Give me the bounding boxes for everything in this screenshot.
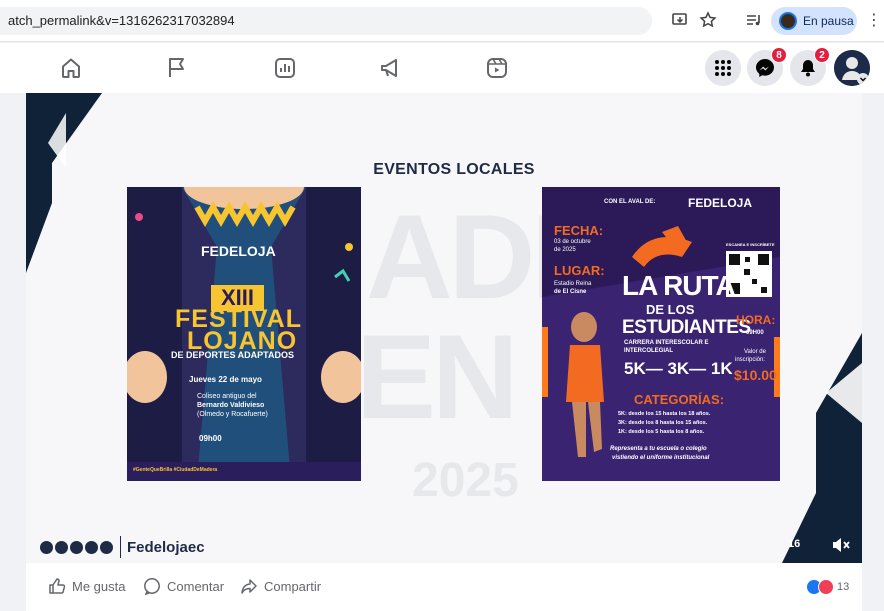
race-fecha-value-2: de 2025 bbox=[554, 247, 576, 253]
race-categorias-label: CATEGORÍAS: bbox=[634, 392, 725, 407]
race-lugar-label: LUGAR: bbox=[554, 263, 605, 278]
race-valor-value: $10.00 bbox=[734, 367, 777, 383]
slide-title: EVENTOS LOCALES bbox=[373, 161, 535, 178]
race-hora-label: HORA: bbox=[736, 313, 776, 327]
whatsapp-icon bbox=[70, 540, 83, 554]
festival-date: Jueves 22 de mayo bbox=[189, 375, 262, 384]
install-app-icon[interactable] bbox=[670, 11, 690, 31]
notifications-badge: 2 bbox=[814, 47, 830, 63]
festival-time: 09h00 bbox=[199, 434, 222, 443]
race-distances: 5K— 3K— 1K bbox=[624, 359, 733, 378]
media-avatar bbox=[779, 12, 797, 30]
race-aval: CON EL AVAL DE: bbox=[604, 199, 656, 205]
facebook-icon bbox=[40, 540, 53, 554]
brand-name: Fedelojaec bbox=[127, 538, 205, 556]
home-icon[interactable] bbox=[58, 55, 84, 81]
browser-toolbar: atch_permalink&v=1316262317032894 En pau… bbox=[0, 0, 884, 42]
race-title-1: LA RUTA bbox=[622, 270, 736, 301]
ads-megaphone-icon[interactable] bbox=[378, 55, 404, 81]
notifications-button[interactable]: 2 bbox=[790, 47, 830, 86]
video-time-remaining: 16 bbox=[788, 538, 801, 550]
share-button[interactable]: Compartir bbox=[240, 577, 321, 595]
profile-avatar bbox=[834, 50, 870, 86]
profile-avatar-button[interactable] bbox=[834, 50, 870, 86]
festival-org: FEDELOJA bbox=[201, 243, 276, 259]
insights-chart-icon[interactable] bbox=[272, 55, 298, 81]
post-action-bar: Me gusta Comentar Compartir 13 bbox=[26, 563, 862, 611]
race-lugar-value-2: de El Cisne bbox=[554, 289, 587, 295]
race-title-2: DE LOS bbox=[646, 302, 695, 317]
share-label: Compartir bbox=[264, 578, 322, 594]
race-org: FEDELOJA bbox=[688, 196, 753, 210]
comment-bubble-icon bbox=[144, 578, 160, 595]
race-scan-label: ESCANEA E INSCRÍBETE bbox=[726, 242, 775, 247]
festival-venue-3: (Olmedo y Rocafuerte) bbox=[197, 411, 268, 418]
media-status-text: En pausa bbox=[803, 14, 854, 28]
menu-grid-button[interactable] bbox=[705, 50, 741, 86]
media-controls-icon[interactable] bbox=[744, 11, 764, 31]
festival-poster: FEDELOJA XIII FESTIVAL LOJANO DE DEPORTE… bbox=[127, 187, 361, 481]
address-bar[interactable]: atch_permalink&v=1316262317032894 bbox=[0, 7, 652, 35]
brand-footer: Fedelojaec bbox=[40, 536, 205, 558]
messenger-button[interactable]: 8 bbox=[747, 47, 787, 86]
brand-divider bbox=[120, 536, 121, 558]
love-reaction-icon bbox=[818, 579, 834, 595]
race-carrera-2: INTERCOLEGIAL bbox=[624, 348, 673, 354]
race-cat-5k: 5K: desde los 15 hasta los 18 años. bbox=[618, 411, 711, 417]
race-cat-1k: 1K: desde los 5 hasta los 8 años. bbox=[618, 429, 705, 435]
watermark-year: 2025 bbox=[412, 454, 519, 507]
festival-subtitle: DE DEPORTES ADAPTADOS bbox=[171, 350, 295, 360]
bookmark-star-icon[interactable] bbox=[698, 11, 718, 31]
race-represent-2: vistiendo el uniforme institucional bbox=[612, 455, 710, 461]
youtube-icon bbox=[85, 540, 98, 554]
festival-venue-2: Bernardo Valdivieso bbox=[197, 402, 265, 409]
messenger-badge: 8 bbox=[771, 47, 787, 63]
pages-flag-icon[interactable] bbox=[164, 55, 190, 81]
instagram-icon bbox=[55, 540, 68, 554]
race-title-3: ESTUDIANTES bbox=[622, 317, 751, 338]
race-poster: CON EL AVAL DE: FEDELOJA FECHA: 03 de oc… bbox=[542, 187, 780, 481]
facebook-post: ADICIÓ EN 2025 EVENTOS LOCALES FEDELOJA … bbox=[26, 93, 862, 611]
watermark-word-2: EN bbox=[356, 310, 519, 444]
race-hora-value: 09H00 bbox=[746, 330, 764, 336]
comment-button[interactable]: Comentar bbox=[143, 577, 224, 595]
reels-icon[interactable] bbox=[484, 55, 510, 81]
like-label: Me gusta bbox=[72, 578, 126, 594]
race-cat-3k: 3K: desde los 8 hasta los 15 años. bbox=[618, 420, 708, 426]
facebook-top-nav: 8 2 bbox=[0, 43, 884, 93]
race-represent-1: Representa a tu escuela o colegio bbox=[610, 446, 707, 452]
race-lugar-value-1: Estadio Reina bbox=[554, 281, 592, 287]
reaction-summary[interactable]: 13 bbox=[806, 579, 849, 595]
comment-label: Comentar bbox=[167, 578, 225, 594]
video-slide[interactable]: ADICIÓ EN 2025 EVENTOS LOCALES FEDELOJA … bbox=[26, 93, 862, 563]
race-fecha-label: FECHA: bbox=[554, 223, 604, 238]
race-valor-label-1: Valor de bbox=[744, 349, 766, 355]
reaction-count: 13 bbox=[837, 581, 850, 593]
grid-icon bbox=[715, 60, 731, 76]
race-carrera-1: CARRERA INTERESCOLAR E bbox=[624, 340, 709, 346]
share-arrow-icon bbox=[241, 579, 257, 594]
tiktok-icon bbox=[100, 540, 113, 554]
race-fecha-value-1: 03 de octubre bbox=[554, 239, 591, 245]
race-valor-label-2: inscripción: bbox=[735, 357, 766, 363]
festival-venue-1: Coliseo antiguo del bbox=[197, 393, 257, 400]
thumbs-up-icon bbox=[49, 578, 66, 594]
muted-speaker-icon[interactable] bbox=[831, 536, 851, 554]
media-status-pill[interactable]: En pausa bbox=[771, 7, 857, 35]
like-button[interactable]: Me gusta bbox=[48, 577, 125, 595]
browser-menu-icon[interactable]: ⋮ bbox=[866, 10, 882, 30]
festival-hashtags: #GenteQueBrilla #CiudadDeMadera bbox=[133, 467, 218, 473]
